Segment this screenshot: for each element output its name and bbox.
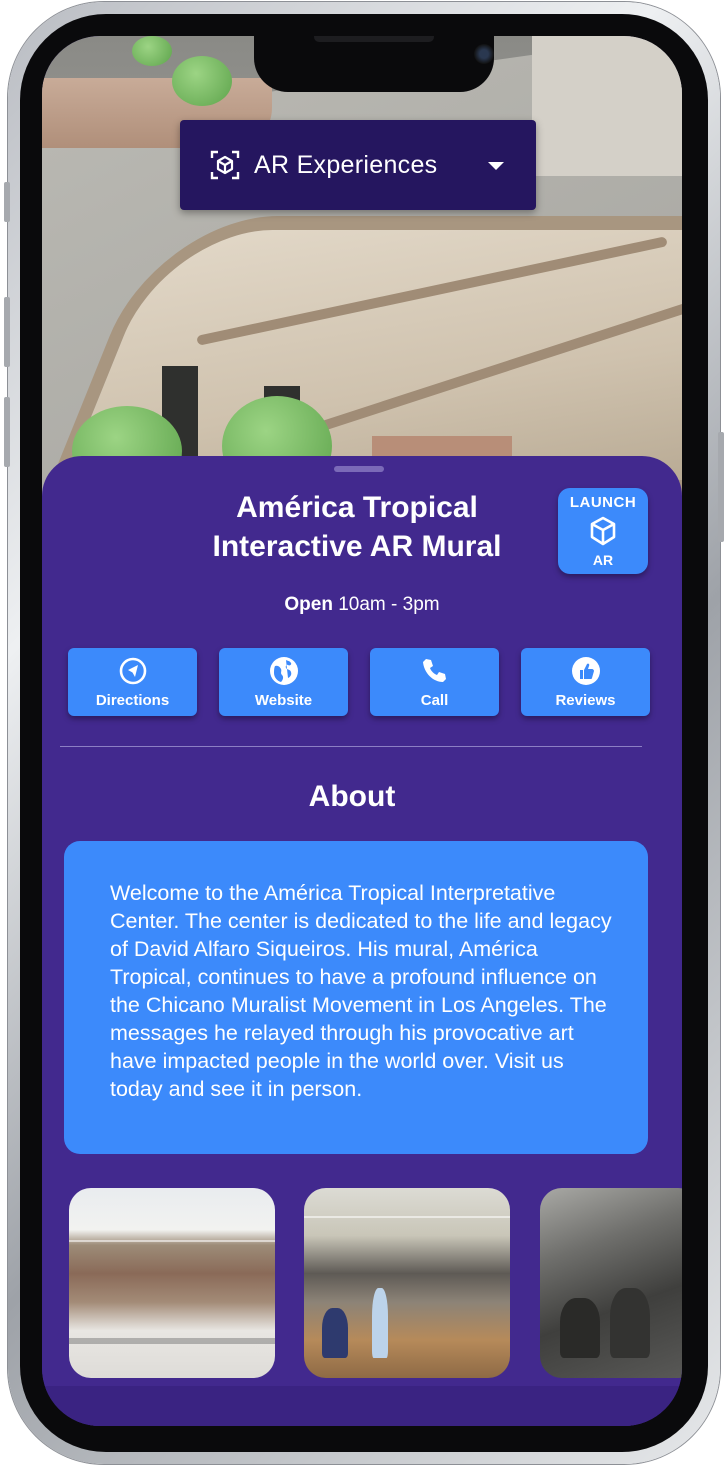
- power-button: [718, 432, 724, 542]
- app-screen: AR Experiences América Tropical Interact…: [42, 36, 682, 1426]
- front-camera: [474, 44, 494, 64]
- call-label: Call: [420, 692, 449, 709]
- launch-label: LAUNCH: [569, 494, 637, 511]
- cube-icon: [590, 516, 616, 546]
- directions-button[interactable]: Directions: [68, 648, 197, 716]
- title-line-2: Interactive AR Mural: [212, 530, 502, 563]
- speaker-grille: [314, 36, 434, 42]
- title-line-1: América Tropical: [236, 491, 478, 524]
- ar-experiences-dropdown[interactable]: AR Experiences: [180, 120, 536, 210]
- section-divider: [60, 746, 642, 747]
- about-card: Welcome to the América Tropical Interpre…: [64, 841, 648, 1154]
- photo-gallery[interactable]: [42, 1186, 682, 1381]
- launch-ar-button[interactable]: LAUNCH AR: [558, 488, 648, 574]
- ar-scene-view[interactable]: [42, 36, 682, 496]
- photo-visitor: [372, 1288, 388, 1358]
- opening-hours: Open 10am - 3pm: [42, 594, 682, 616]
- website-button[interactable]: Website: [219, 648, 348, 716]
- photo-person: [560, 1298, 600, 1358]
- home-indicator-area: [42, 1386, 682, 1426]
- navigation-arrow-icon: [119, 657, 147, 685]
- chevron-down-icon: [488, 162, 504, 170]
- location-title: América Tropical Interactive AR Mural: [162, 488, 552, 566]
- photo-visitor: [322, 1308, 348, 1358]
- camera-notch: [254, 36, 494, 92]
- volume-down-button: [4, 397, 10, 467]
- scene-bush: [132, 36, 172, 66]
- globe-icon: [270, 657, 298, 685]
- gallery-photo-interior[interactable]: [304, 1188, 510, 1378]
- photo-detail: [304, 1216, 510, 1218]
- about-heading: About: [308, 780, 396, 813]
- mute-switch: [4, 182, 10, 222]
- hours-range: 10am - 3pm: [338, 594, 440, 615]
- hours-status: Open: [284, 594, 333, 615]
- volume-up-button: [4, 297, 10, 367]
- directions-label: Directions: [95, 692, 170, 709]
- about-body: Welcome to the América Tropical Interpre…: [110, 881, 612, 1101]
- thumbs-up-icon: [572, 657, 600, 685]
- scene-building: [532, 36, 682, 176]
- phone-icon: [423, 659, 446, 682]
- location-detail-sheet: América Tropical Interactive AR Mural LA…: [42, 456, 682, 1426]
- scene-bush: [172, 56, 232, 106]
- photo-detail: [69, 1240, 275, 1242]
- photo-person: [610, 1288, 650, 1358]
- photo-detail: [69, 1338, 275, 1344]
- dropdown-label: AR Experiences: [254, 150, 438, 179]
- call-button[interactable]: Call: [370, 648, 499, 716]
- reviews-button[interactable]: Reviews: [521, 648, 650, 716]
- gallery-photo-exterior[interactable]: [69, 1188, 275, 1378]
- ar-scan-icon: [210, 150, 240, 180]
- ar-label: AR: [592, 552, 614, 568]
- website-label: Website: [254, 692, 313, 709]
- gallery-photo-historic[interactable]: [540, 1188, 682, 1378]
- reviews-label: Reviews: [555, 692, 616, 709]
- action-buttons: Directions Website Call Reviews: [68, 648, 650, 718]
- sheet-drag-handle[interactable]: [334, 466, 384, 472]
